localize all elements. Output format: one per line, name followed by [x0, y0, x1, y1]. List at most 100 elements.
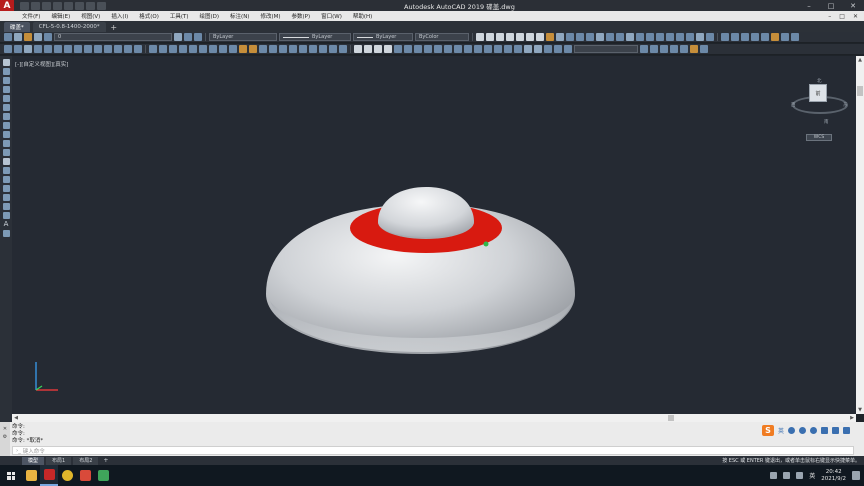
- ucs-icon[interactable]: [4, 45, 12, 53]
- ucs-x-icon[interactable]: [94, 45, 102, 53]
- menu-insert[interactable]: 插入(I): [111, 12, 128, 20]
- layer-freeze-icon[interactable]: [34, 33, 42, 41]
- tool-palettes-icon[interactable]: [690, 45, 698, 53]
- revolve-icon[interactable]: [566, 33, 574, 41]
- scroll-left-icon[interactable]: ◀: [12, 414, 20, 422]
- shaded-edges-style-icon[interactable]: [404, 45, 412, 53]
- ucs-previous-icon[interactable]: [24, 45, 32, 53]
- undo-icon[interactable]: [75, 1, 84, 10]
- add-selected-icon[interactable]: [2, 230, 10, 237]
- taskbar-app-green[interactable]: [94, 465, 112, 486]
- cone-icon[interactable]: [496, 33, 504, 41]
- wcs-menu-button[interactable]: WCS: [806, 134, 832, 141]
- 3d-rotate-icon[interactable]: [666, 33, 674, 41]
- animation-icon[interactable]: [544, 45, 552, 53]
- menu-tools[interactable]: 工具(T): [170, 12, 189, 20]
- taskbar-chrome[interactable]: [58, 465, 76, 486]
- ime-keyboard-icon[interactable]: [821, 427, 829, 434]
- nw-iso-view-icon[interactable]: [249, 45, 257, 53]
- multiline-text-icon[interactable]: A: [4, 221, 9, 228]
- make-current-layer-icon[interactable]: [174, 33, 182, 41]
- dimension-angular-icon[interactable]: [781, 33, 789, 41]
- scroll-right-icon[interactable]: ▶: [848, 414, 856, 422]
- steering-wheel-icon[interactable]: [564, 45, 572, 53]
- ucs-face-icon[interactable]: [34, 45, 42, 53]
- viewcube-south[interactable]: 南: [824, 119, 829, 125]
- shaded-style-icon[interactable]: [394, 45, 402, 53]
- dimension-radius-icon[interactable]: [761, 33, 769, 41]
- qat-dropdown-icon[interactable]: [97, 1, 106, 10]
- union-icon[interactable]: [596, 33, 604, 41]
- bottom-view-icon[interactable]: [169, 45, 177, 53]
- new-file-icon[interactable]: [20, 1, 29, 10]
- tray-ime-indicator[interactable]: 英: [809, 471, 815, 480]
- right-view-icon[interactable]: [189, 45, 197, 53]
- horizontal-scroll-thumb[interactable]: [668, 415, 674, 421]
- front-view-icon[interactable]: [199, 45, 207, 53]
- walk-icon[interactable]: [524, 45, 532, 53]
- intersect-icon[interactable]: [616, 33, 624, 41]
- ucs-z-icon[interactable]: [114, 45, 122, 53]
- menu-edit[interactable]: 编辑(E): [51, 12, 70, 20]
- menu-format[interactable]: 格式(O): [139, 12, 159, 20]
- 3d-array-icon[interactable]: [686, 33, 694, 41]
- insert-block-icon[interactable]: [2, 158, 10, 165]
- volume-icon[interactable]: [796, 472, 804, 479]
- fly-icon[interactable]: [534, 45, 542, 53]
- pyramid-icon[interactable]: [516, 33, 524, 41]
- layer-previous-icon[interactable]: [184, 33, 192, 41]
- menu-help[interactable]: 帮助(H): [353, 12, 372, 20]
- autocad-logo-icon[interactable]: A: [0, 0, 14, 11]
- make-block-icon[interactable]: [2, 167, 10, 174]
- construction-line-icon[interactable]: [2, 68, 10, 75]
- plot-style-select[interactable]: ByColor: [415, 33, 469, 41]
- slice-icon[interactable]: [626, 33, 634, 41]
- taskbar-app-red[interactable]: [76, 465, 94, 486]
- vertical-scroll-thumb[interactable]: [857, 86, 863, 96]
- motion-path-icon[interactable]: [554, 45, 562, 53]
- viewcube-east[interactable]: 东: [843, 102, 848, 108]
- camera-icon[interactable]: [259, 45, 267, 53]
- command-window-handle[interactable]: ✕ ⚙: [0, 422, 10, 456]
- subtract-icon[interactable]: [606, 33, 614, 41]
- viewcube-front-face[interactable]: 前: [809, 84, 827, 102]
- sphere-icon[interactable]: [506, 33, 514, 41]
- wrench-icon[interactable]: ⚙: [3, 434, 7, 440]
- layer-state-icon[interactable]: [14, 33, 22, 41]
- menu-file[interactable]: 文件(F): [22, 12, 40, 20]
- redo-icon[interactable]: [86, 1, 95, 10]
- network-icon[interactable]: [783, 472, 791, 479]
- color-select[interactable]: ByLayer: [209, 33, 277, 41]
- back-view-icon[interactable]: [209, 45, 217, 53]
- realistic-style-icon[interactable]: [374, 45, 382, 53]
- section-plane-icon[interactable]: [636, 33, 644, 41]
- zoom-all-icon[interactable]: [329, 45, 337, 53]
- environment-icon[interactable]: [494, 45, 502, 53]
- table-icon[interactable]: [2, 212, 10, 219]
- render-settings-icon[interactable]: [504, 45, 512, 53]
- torus-icon[interactable]: [536, 33, 544, 41]
- horizontal-scrollbar[interactable]: ◀ ▶: [12, 414, 856, 422]
- dimension-ordinate-icon[interactable]: [751, 33, 759, 41]
- orbit-icon[interactable]: [269, 45, 277, 53]
- pan-icon[interactable]: [279, 45, 287, 53]
- ucs-origin-icon[interactable]: [64, 45, 72, 53]
- minimize-button[interactable]: –: [798, 0, 820, 11]
- ellipse-arc-icon[interactable]: [2, 149, 10, 156]
- region-icon[interactable]: [2, 203, 10, 210]
- drawing-viewport[interactable]: [-][自定义视图][真实] 前 北 西 东 南 WCS: [12, 56, 856, 414]
- sun-icon[interactable]: [484, 45, 492, 53]
- layer-select[interactable]: 0: [54, 33, 172, 41]
- ime-punctuation-icon[interactable]: [788, 427, 796, 434]
- visual-styles-manager-icon[interactable]: [444, 45, 452, 53]
- taskbar-autocad[interactable]: [40, 465, 58, 486]
- scroll-up-icon[interactable]: ▲: [856, 56, 864, 64]
- dimension-arc-icon[interactable]: [741, 33, 749, 41]
- properties-icon[interactable]: [670, 45, 678, 53]
- drawing-close-button[interactable]: ✕: [853, 13, 858, 20]
- drawing-minimize-button[interactable]: –: [828, 13, 831, 20]
- menu-window[interactable]: 窗口(W): [321, 12, 342, 20]
- viewcube[interactable]: 前 北 西 东 南 WCS: [790, 78, 850, 144]
- ucs-y-icon[interactable]: [104, 45, 112, 53]
- menu-draw[interactable]: 绘图(D): [200, 12, 220, 20]
